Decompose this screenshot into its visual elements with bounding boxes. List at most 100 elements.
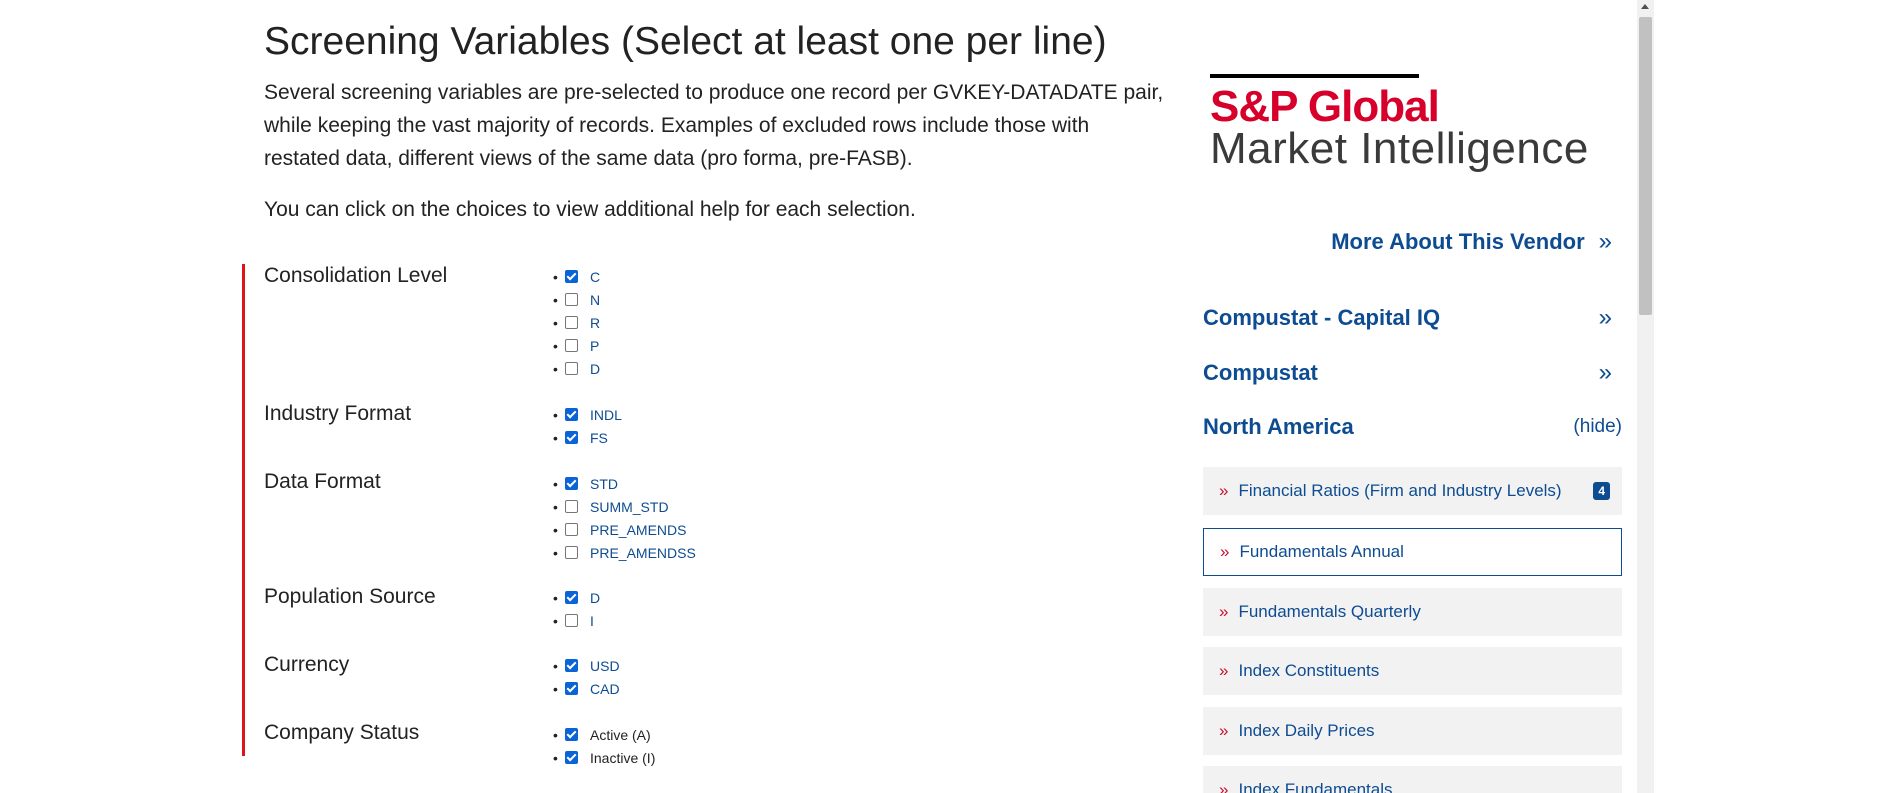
option-item: • D [553,357,600,380]
bullet-icon: • [553,521,558,538]
vendor-logo: S&P Global Market Intelligence [1210,74,1590,184]
variable-label: Currency [264,653,350,676]
sidebar-item-index-constituents[interactable]: » Index Constituents [1203,647,1622,695]
logo-rule [1210,74,1419,78]
bullet-icon: • [553,268,558,285]
option-help-link[interactable]: USD [590,658,620,674]
bullet-icon: • [553,498,558,515]
bullet-icon: • [553,657,558,674]
option-help-link[interactable]: INDL [590,407,622,423]
option-checkbox[interactable] [565,316,578,329]
option-list: • D • I [553,586,600,632]
sidebar-item-label: Financial Ratios (Firm and Industry Leve… [1238,481,1562,500]
option-item: • Active (A) [553,723,655,746]
sidebar-item-label: Index Constituents [1238,661,1380,680]
option-help-link[interactable]: STD [590,476,618,492]
option-item: • P [553,334,600,357]
vertical-scrollbar[interactable] [1637,0,1654,793]
option-checkbox[interactable] [565,591,578,604]
option-list: • INDL • FS [553,403,622,449]
bullet-icon: • [553,589,558,606]
scroll-up-arrow-icon[interactable] [1641,4,1649,9]
option-help-link[interactable]: I [590,613,594,629]
hide-link[interactable]: (hide) [1573,416,1622,438]
double-chevron-right-icon: » [1598,228,1612,255]
sidebar-item-fundamentals-annual[interactable]: » Fundamentals Annual [1203,528,1622,576]
bullet-icon: • [553,680,558,697]
option-help-link[interactable]: PRE_AMENDSS [590,545,696,561]
option-item: • SUMM_STD [553,495,696,518]
option-checkbox[interactable] [565,270,578,283]
option-help-link[interactable]: SUMM_STD [590,499,669,515]
variable-label: Company Status [264,721,420,744]
double-chevron-right-icon: » [1219,481,1229,500]
option-item: • STD [553,472,696,495]
option-item: • R [553,311,600,334]
bullet-icon: • [553,360,558,377]
option-help-link[interactable]: Inactive (I) [590,750,655,766]
option-help-link[interactable]: PRE_AMENDS [590,522,686,538]
variable-label: Population Source [264,585,436,608]
option-checkbox[interactable] [565,659,578,672]
bullet-icon: • [553,544,558,561]
option-help-link[interactable]: R [590,315,600,331]
bullet-icon: • [553,612,558,629]
more-about-vendor-label: More About This Vendor [1331,229,1585,254]
option-checkbox[interactable] [565,339,578,352]
sidebar-item-label: Index Daily Prices [1238,721,1375,740]
option-checkbox[interactable] [565,477,578,490]
count-badge: 4 [1593,482,1610,500]
option-help-link[interactable]: CAD [590,681,620,697]
nav-north-america[interactable]: North America (hide) [1203,414,1622,440]
more-about-vendor-link[interactable]: More About This Vendor » [1331,228,1612,256]
bullet-icon: • [553,406,558,423]
option-checkbox[interactable] [565,293,578,306]
sidebar-item-fundamentals-quarterly[interactable]: » Fundamentals Quarterly [1203,588,1622,636]
nav-label: Compustat - Capital IQ [1203,305,1441,330]
option-help-link[interactable]: FS [590,430,608,446]
option-checkbox[interactable] [565,523,578,536]
sidebar-item-index-daily-prices[interactable]: » Index Daily Prices [1203,707,1622,755]
option-checkbox[interactable] [565,751,578,764]
option-help-link[interactable]: D [590,361,600,377]
nav-label: Compustat [1203,360,1318,385]
nav-compustat[interactable]: Compustat » [1203,359,1622,387]
option-help-link[interactable]: D [590,590,600,606]
nav-compustat-capital-iq[interactable]: Compustat - Capital IQ » [1203,304,1622,332]
bullet-icon: • [553,291,558,308]
bullet-icon: • [553,429,558,446]
sidebar-item-label: Fundamentals Annual [1239,542,1404,561]
option-checkbox[interactable] [565,500,578,513]
option-help-link[interactable]: P [590,338,599,354]
option-item: • USD [553,654,620,677]
option-list: • STD • SUMM_STD • PRE_AMENDS • PRE_AMENDSS [553,472,696,564]
option-list: • C • N • R • P • D [553,265,600,380]
option-checkbox[interactable] [565,408,578,421]
bullet-icon: • [553,314,558,331]
option-checkbox[interactable] [565,728,578,741]
option-item: • CAD [553,677,620,700]
option-checkbox[interactable] [565,431,578,444]
option-help-link[interactable]: Active (A) [590,727,651,743]
option-list: • Active (A) • Inactive (I) [553,723,655,769]
scrollbar-thumb[interactable] [1639,17,1652,315]
bullet-icon: • [553,337,558,354]
option-item: • D [553,586,600,609]
sidebar-item-index-fundamentals[interactable]: » Index Fundamentals [1203,766,1622,793]
required-indicator-bar [242,264,245,756]
double-chevron-right-icon: » [1598,304,1612,331]
option-help-link[interactable]: C [590,269,600,285]
option-item: • FS [553,426,622,449]
sidebar-item-financial-ratios[interactable]: » Financial Ratios (Firm and Industry Le… [1203,467,1622,515]
option-item: • C [553,265,600,288]
option-checkbox[interactable] [565,546,578,559]
option-help-link[interactable]: N [590,292,600,308]
double-chevron-right-icon: » [1219,721,1229,740]
double-chevron-right-icon: » [1219,602,1229,621]
option-checkbox[interactable] [565,362,578,375]
option-checkbox[interactable] [565,682,578,695]
option-checkbox[interactable] [565,614,578,627]
intro-text: Several screening variables are pre-sele… [264,81,1164,170]
double-chevron-right-icon: » [1598,359,1612,386]
logo-tagline: Market Intelligence [1210,124,1589,173]
